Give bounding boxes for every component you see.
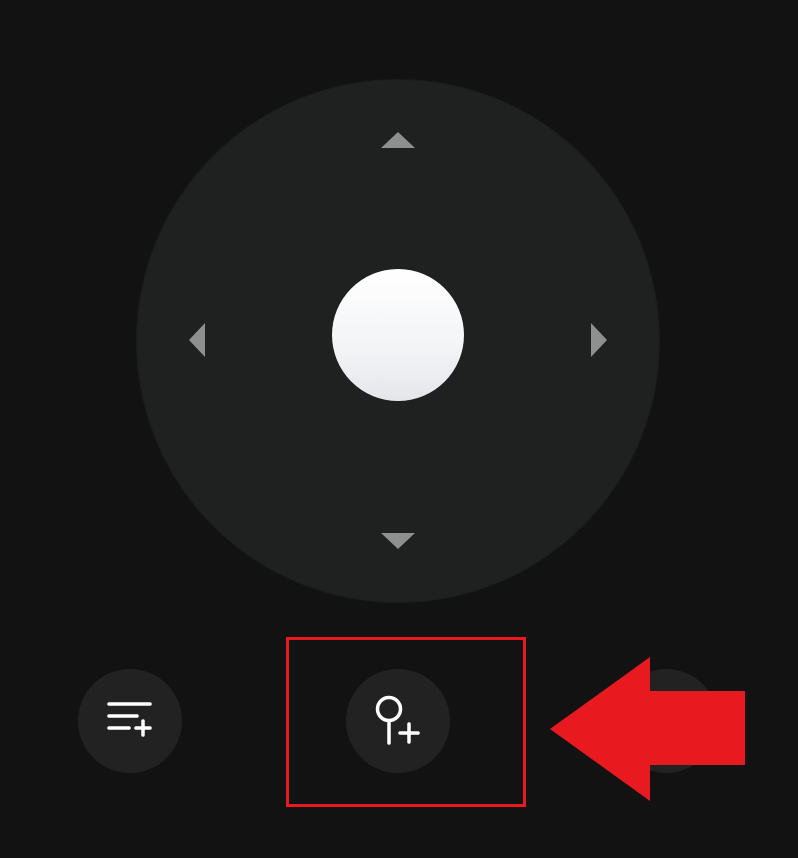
playlist-add-icon <box>107 702 152 737</box>
pin-add-button[interactable] <box>346 669 450 773</box>
circle-button[interactable] <box>614 669 718 773</box>
circle-button-icon <box>661 716 671 726</box>
pin-add-icon <box>375 695 420 745</box>
playlist-add-button[interactable] <box>78 669 182 773</box>
dpad-select-button[interactable] <box>332 269 464 401</box>
dpad-right-button[interactable] <box>591 323 607 357</box>
remote-control-screen <box>0 0 798 858</box>
dpad-left-button[interactable] <box>189 323 205 357</box>
dpad-up-button[interactable] <box>381 132 415 148</box>
dpad-down-button[interactable] <box>381 533 415 549</box>
